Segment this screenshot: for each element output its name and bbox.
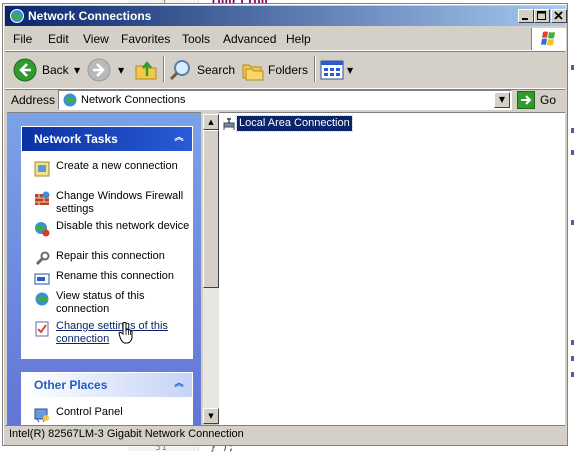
lan-connection-icon [223, 118, 235, 130]
task-label: Disable this network device [56, 220, 190, 232]
back-label: Back [42, 63, 69, 77]
control-panel-icon [34, 408, 49, 423]
task-pane-scrollbar[interactable]: ▲ ▼ [203, 114, 219, 424]
editor-right-strip [568, 0, 575, 451]
maximize-button[interactable] [534, 9, 550, 23]
maximize-icon [537, 11, 546, 20]
task-label: View status of this connection [56, 290, 145, 315]
new-connection-icon [34, 161, 50, 177]
network-tasks-title: Network Tasks [34, 132, 118, 146]
menu-bar: File Edit View Favorites Tools Advanced … [5, 28, 566, 51]
explorer-window: Network Connections File Edit View Favor… [2, 3, 568, 446]
folders-label: Folders [268, 63, 309, 77]
up-folder-icon [135, 61, 157, 80]
settings-icon [35, 321, 49, 337]
network-connections-icon [10, 9, 24, 23]
chevron-down-icon: ▼ [347, 66, 354, 75]
disable-network-icon [35, 222, 50, 237]
editor-mark [571, 372, 574, 377]
minimize-button[interactable] [518, 9, 534, 23]
rename-icon [34, 273, 50, 285]
network-globe-icon [63, 93, 77, 107]
status-bar: Intel(R) 82567LM-3 Gigabit Network Conne… [5, 425, 565, 444]
forward-button[interactable]: ▼ [87, 56, 127, 84]
toolbar-separator [314, 56, 316, 82]
connection-name: Local Area Connection [236, 115, 353, 132]
network-tasks-header[interactable]: Network Tasks ︽ [22, 127, 192, 151]
scroll-thumb[interactable] [203, 130, 219, 288]
views-icon [320, 60, 344, 80]
minimize-icon [522, 18, 528, 20]
editor-mark [571, 356, 574, 361]
menu-file[interactable]: File [13, 32, 32, 46]
firewall-icon [35, 191, 50, 205]
address-bar: Address Network Connections ▼ Go [5, 90, 565, 112]
back-arrow-icon [13, 58, 37, 82]
window-title: Network Connections [28, 9, 152, 23]
menu-help[interactable]: Help [286, 32, 311, 46]
other-places-title: Other Places [34, 378, 108, 392]
search-button[interactable]: Search [168, 56, 236, 84]
windows-logo [531, 28, 566, 50]
toolbar: Back ▼ ▼ Search Folders ▼ [5, 52, 565, 89]
address-value: Network Connections [81, 94, 186, 106]
task-label: Control Panel [56, 406, 123, 418]
go-label: Go [540, 93, 557, 107]
forward-arrow-icon [87, 58, 111, 82]
menu-favorites[interactable]: Favorites [121, 32, 170, 46]
menu-advanced[interactable]: Advanced [223, 32, 276, 46]
task-label: Repair this connection [56, 250, 165, 262]
task-pane: Network Tasks ︽ Create a new connection … [7, 112, 201, 425]
title-bar[interactable]: Network Connections [5, 6, 567, 26]
triangle-down-icon: ▼ [208, 412, 214, 420]
chevron-down-icon: ▼ [498, 95, 506, 104]
hand-cursor-icon [118, 322, 133, 344]
chevron-down-icon: ▼ [118, 66, 125, 75]
status-text: Intel(R) 82567LM-3 Gigabit Network Conne… [9, 428, 244, 440]
editor-mark [571, 150, 574, 155]
folders-button[interactable]: Folders [241, 56, 309, 84]
editor-mark [571, 220, 574, 225]
address-input[interactable]: Network Connections ▼ [58, 90, 512, 110]
toolbar-separator [163, 56, 165, 82]
task-label: Create a new connection [56, 160, 178, 172]
up-folder-button[interactable] [133, 56, 159, 84]
folders-icon [242, 64, 264, 81]
address-dropdown-button[interactable]: ▼ [494, 92, 510, 108]
other-places-header[interactable]: Other Places ︽ [22, 373, 192, 397]
close-button[interactable] [551, 9, 567, 23]
close-icon [554, 11, 563, 20]
go-arrow-icon [517, 91, 535, 109]
search-label: Search [197, 63, 236, 77]
task-label: Change Windows Firewall settings [56, 190, 184, 215]
editor-mark [571, 340, 574, 345]
menu-tools[interactable]: Tools [182, 32, 210, 46]
menu-edit[interactable]: Edit [48, 32, 69, 46]
other-places-panel: Other Places ︽ Control Panel [21, 372, 193, 425]
triangle-up-icon: ▲ [208, 118, 214, 126]
collapse-chevron-icon[interactable]: ︽ [172, 131, 186, 145]
collapse-chevron-icon[interactable]: ︽ [172, 377, 186, 391]
editor-mark [571, 128, 574, 133]
chevron-down-icon: ▼ [74, 66, 81, 75]
windows-flag-icon [541, 31, 555, 46]
scroll-up-button[interactable]: ▲ [203, 114, 219, 130]
status-icon [35, 292, 49, 306]
connections-list[interactable]: Local Area Connection [219, 112, 565, 425]
wrench-icon [35, 251, 50, 266]
address-label: Address [11, 93, 56, 107]
views-button[interactable]: ▼ [319, 56, 355, 84]
task-label: Rename this connection [56, 270, 175, 282]
menu-view[interactable]: View [83, 32, 109, 46]
network-tasks-panel: Network Tasks ︽ Create a new connection … [21, 126, 193, 359]
editor-mark [571, 65, 574, 70]
search-icon [169, 60, 190, 81]
back-button[interactable]: Back ▼ [11, 56, 81, 84]
scroll-down-button[interactable]: ▼ [203, 408, 219, 424]
